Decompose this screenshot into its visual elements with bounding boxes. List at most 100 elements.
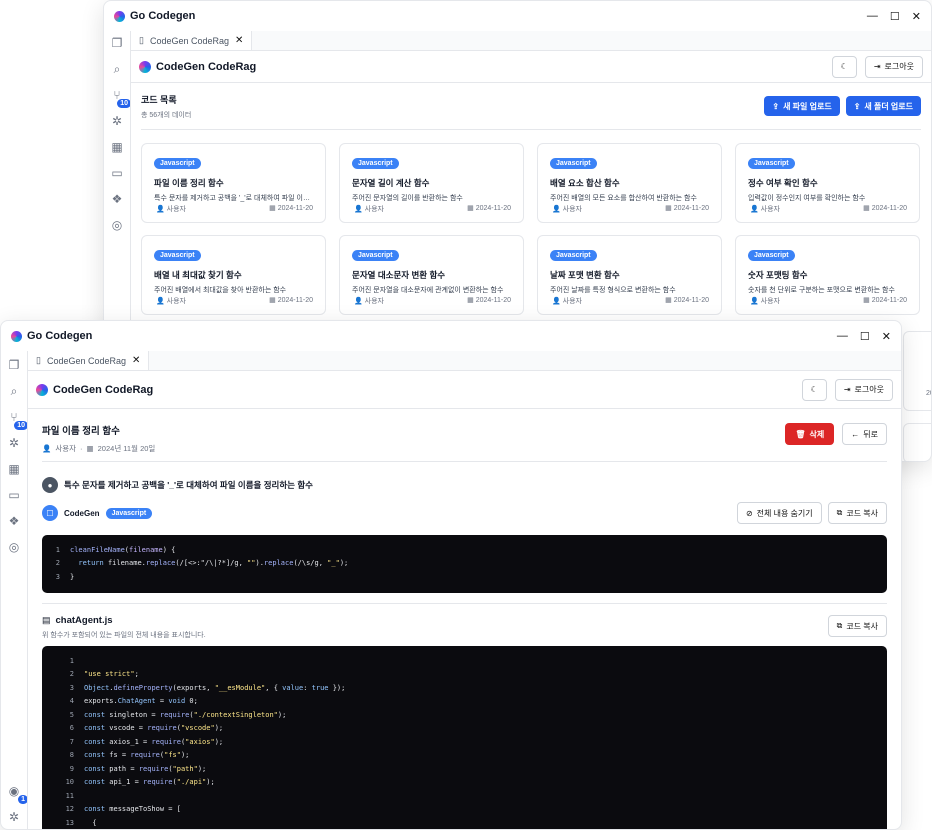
tab-close-icon[interactable]: ✕ bbox=[235, 35, 243, 46]
upload-file-button[interactable]: ⇪ 새 파일 업로드 bbox=[764, 96, 840, 116]
code-line: 3 Object. defineProperty (exports, "__esMod… bbox=[62, 681, 867, 695]
logout-icon: ⇥ bbox=[843, 385, 851, 394]
card-user: 사용자 bbox=[166, 298, 186, 305]
card-user: 사용자 bbox=[562, 298, 582, 305]
code-token: Object bbox=[84, 683, 110, 692]
code-card[interactable]: Javascript 배열 요소 합산 함수 주어진 배열의 모든 요소를 합산하여… bbox=[537, 143, 722, 223]
card-date: 2024-11-20 bbox=[871, 297, 907, 304]
tab-close-icon[interactable]: ✕ bbox=[132, 355, 140, 366]
line-number: 5 bbox=[69, 710, 74, 719]
code-card[interactable]: Javascript 문자열 대소문자 변환 함수 주어진 문자열을 대소문자에 관… bbox=[339, 235, 524, 315]
code-token: ChatAgent bbox=[117, 697, 156, 706]
code-line: 13 { bbox=[62, 816, 867, 829]
code-token: filename bbox=[129, 545, 163, 554]
extensions-icon[interactable]: ▦ bbox=[6, 461, 22, 477]
upload-folder-button[interactable]: ⇪ 새 폴더 업로드 bbox=[845, 96, 921, 116]
sidebar-badge: 10 bbox=[14, 421, 28, 430]
tab-coderag[interactable]: ▯ CodeGen CodeRag ✕ bbox=[28, 351, 150, 370]
peek-date: 20 bbox=[926, 390, 931, 397]
code-token: } bbox=[70, 572, 75, 581]
code-token: vscode = bbox=[105, 724, 148, 733]
code-line: 8 const fs = require("fs"); bbox=[62, 749, 867, 763]
logout-button[interactable]: ⇥ 로그아웃 bbox=[834, 378, 893, 401]
code-token: require bbox=[130, 751, 160, 760]
search-icon[interactable]: ⌕ bbox=[6, 383, 22, 399]
line-number: 6 bbox=[69, 724, 74, 733]
theme-toggle-button[interactable]: ☾ bbox=[801, 378, 827, 401]
code-card[interactable]: Javascript 파일 이름 정리 함수 특수 문자를 제거하고 공백을 '_'… bbox=[141, 143, 326, 223]
source-control-icon[interactable]: ⑂ 10 bbox=[109, 87, 131, 108]
brand-logo-icon bbox=[139, 60, 151, 73]
code-line: 10 const api_1 = require("./api"); bbox=[62, 776, 867, 790]
code-token: require bbox=[138, 764, 169, 773]
card-user: 사용자 bbox=[364, 206, 384, 213]
minimize-icon[interactable]: — bbox=[837, 330, 848, 343]
debug-icon[interactable]: ✲ bbox=[109, 113, 125, 129]
code-card[interactable]: Javascript 날짜 포맷 변환 함수 주어진 날짜를 특정 형식으로 변환하… bbox=[537, 235, 722, 315]
theme-toggle-button[interactable]: ☾ bbox=[831, 55, 857, 78]
code-line: 2 "use strict"; bbox=[62, 668, 867, 682]
code-card[interactable]: Javascript 숫자 포맷팅 함수 숫자를 천 단위로 구분하는 포맷으로 변… bbox=[735, 235, 920, 315]
remote-icon[interactable]: ▭ bbox=[109, 165, 125, 181]
moon-icon: ☾ bbox=[810, 385, 818, 394]
code-token: path = bbox=[105, 764, 139, 773]
account-icon[interactable]: ◉ 1 bbox=[6, 783, 28, 804]
app-logo-icon bbox=[114, 10, 125, 22]
debug-icon[interactable]: ✲ bbox=[6, 435, 22, 451]
front-window: Go Codegen — ☐ ✕ ❐ ⌕ ⑂ 10 ✲ ▦ ▭ ❖ ◎ ◉ 1 ✲ … bbox=[0, 320, 902, 830]
copy-file-button[interactable]: ⧉ 코드 복사 bbox=[827, 615, 887, 637]
source-control-icon[interactable]: ⑂ 10 bbox=[6, 409, 28, 430]
copy-label-2: 코드 복사 bbox=[846, 621, 878, 631]
github-icon[interactable]: ◎ bbox=[109, 217, 125, 233]
hide-content-button[interactable]: ⊘ 전체 내용 숨기기 bbox=[736, 502, 822, 524]
settings-icon[interactable]: ✲ bbox=[6, 809, 22, 825]
files-icon[interactable]: ❐ bbox=[109, 35, 125, 51]
file-code-icon: ▤ bbox=[42, 615, 51, 625]
card-desc: 입력값이 정수인지 여부를 확인하는 함수 bbox=[748, 195, 866, 202]
github-icon[interactable]: ◎ bbox=[6, 539, 22, 555]
code-token: ). bbox=[255, 559, 264, 568]
front-titlebar: Go Codegen — ☐ ✕ bbox=[1, 321, 901, 351]
search-icon[interactable]: ⌕ bbox=[109, 61, 125, 77]
code-token: "vscode" bbox=[180, 724, 215, 733]
code-token: singleton = bbox=[105, 710, 160, 719]
figma-icon[interactable]: ❖ bbox=[109, 191, 125, 207]
user-icon: 👤 bbox=[354, 298, 363, 305]
app-logo-icon bbox=[11, 330, 22, 342]
remote-icon[interactable]: ▭ bbox=[6, 487, 22, 503]
code-line: 11 bbox=[62, 789, 867, 803]
card-title: 파일 이름 정리 함수 bbox=[154, 178, 224, 188]
language-chip: Javascript bbox=[748, 158, 795, 169]
code-card[interactable]: Javascript 배열 내 최대값 찾기 함수 주어진 배열에서 최대값을 찾아… bbox=[141, 235, 326, 315]
copy-code-button[interactable]: ⧉ 코드 복사 bbox=[827, 502, 887, 524]
minimize-icon[interactable]: — bbox=[867, 10, 878, 23]
files-icon[interactable]: ❐ bbox=[6, 357, 22, 373]
code-line: 5 const singleton = require("./contextSin… bbox=[62, 708, 867, 722]
figma-icon[interactable]: ❖ bbox=[6, 513, 22, 529]
code-token: api_1 = bbox=[105, 778, 144, 787]
maximize-icon[interactable]: ☐ bbox=[890, 10, 900, 23]
hide-label: 전체 내용 숨기기 bbox=[756, 508, 813, 518]
back-button[interactable]: ← 뒤로 bbox=[842, 423, 887, 445]
file-name: chatAgent.js bbox=[55, 615, 113, 626]
code-token: exports. bbox=[84, 697, 118, 706]
back-tabbar: ▯ CodeGen CodeRag ✕ bbox=[131, 31, 931, 51]
code-line: 12 const messageToShow = [ bbox=[62, 803, 867, 817]
maximize-icon[interactable]: ☐ bbox=[860, 330, 870, 343]
extensions-icon[interactable]: ▦ bbox=[109, 139, 125, 155]
delete-button[interactable]: 🗑 삭제 bbox=[785, 423, 835, 445]
peek-card: 20 bbox=[903, 331, 931, 411]
close-icon[interactable]: ✕ bbox=[882, 330, 891, 343]
card-desc: 주어진 배열에서 최대값을 찾아 반환하는 함수 bbox=[154, 287, 287, 294]
code-token: ); bbox=[214, 724, 224, 733]
tab-label: CodeGen CodeRag bbox=[46, 355, 127, 366]
copy-icon: ⧉ bbox=[836, 621, 843, 630]
code-card[interactable]: Javascript 문자열 길이 계산 함수 주어진 문자열의 길이를 반환하는 … bbox=[339, 143, 524, 223]
line-number: 8 bbox=[69, 751, 74, 760]
code-snippet-block: 1 cleanFileName(filename) {2 return filen… bbox=[42, 535, 887, 593]
logout-button[interactable]: ⇥ 로그아웃 bbox=[864, 55, 923, 78]
copy-icon: ⧉ bbox=[836, 508, 843, 517]
close-icon[interactable]: ✕ bbox=[912, 10, 921, 23]
code-card[interactable]: Javascript 정수 여부 확인 함수 입력값이 정수인지 여부를 확인하는 … bbox=[735, 143, 920, 223]
tab-coderag[interactable]: ▯ CodeGen CodeRag ✕ bbox=[131, 31, 253, 50]
